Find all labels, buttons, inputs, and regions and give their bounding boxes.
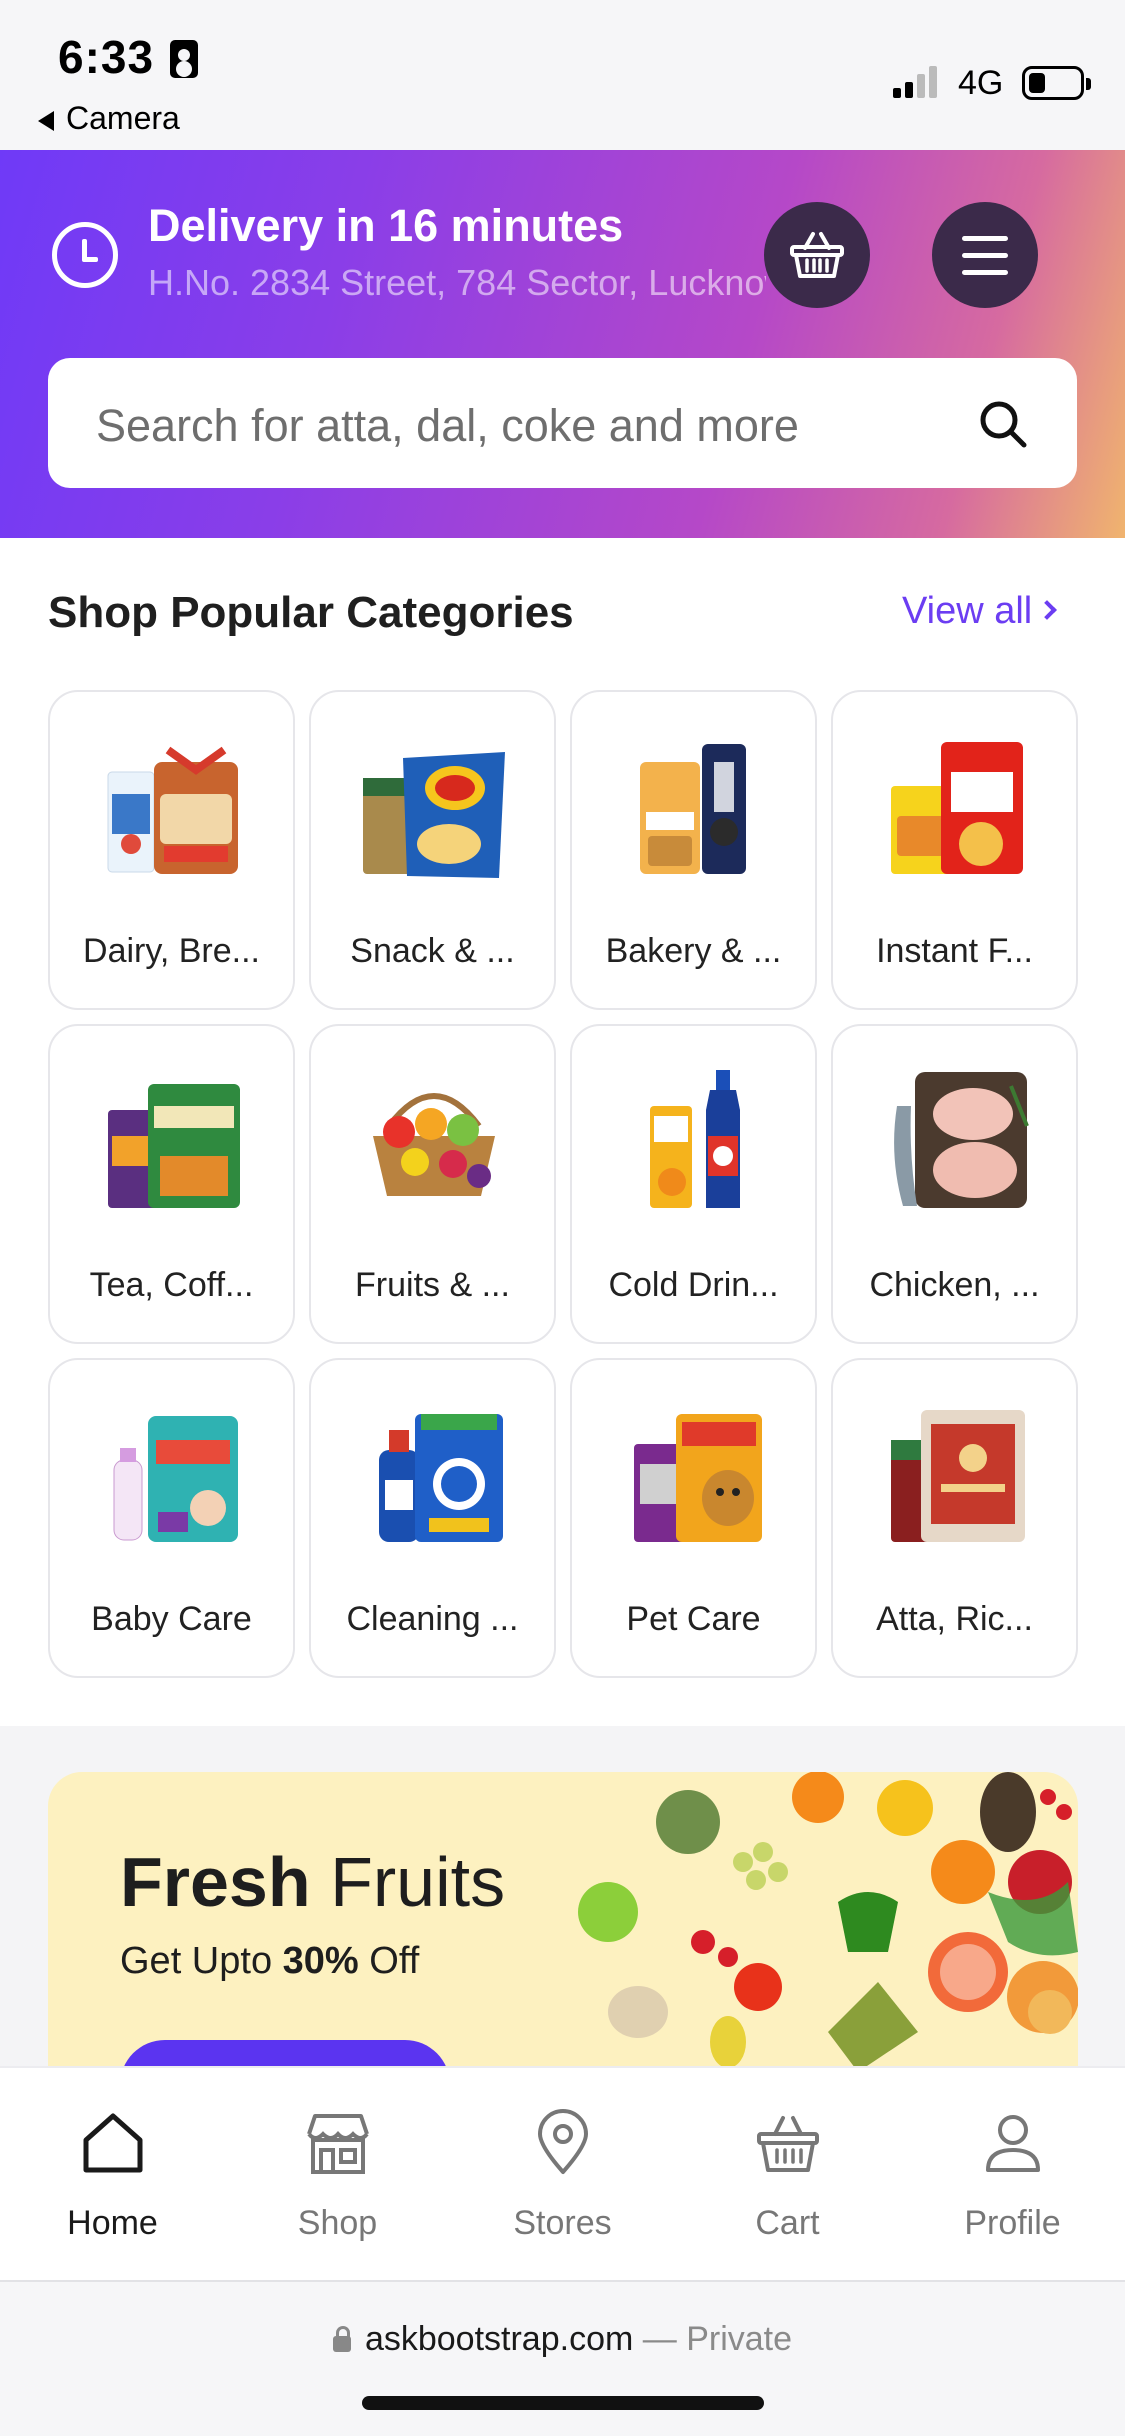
url-domain: askbootstrap.com	[364, 2320, 634, 2358]
snack-icon	[363, 752, 505, 878]
cold-drinks-icon	[650, 1070, 740, 1208]
category-label: Chicken, ...	[869, 1266, 1040, 1304]
nav-label: Home	[67, 2204, 158, 2242]
search-input[interactable]: Search for atta, dal, coke and more	[96, 400, 799, 452]
atta-rice-icon	[891, 1410, 1025, 1542]
category-label: Cleaning ...	[346, 1600, 519, 1638]
clock-icon	[52, 222, 118, 288]
search-box[interactable]: Search for atta, dal, coke and more	[48, 358, 1077, 488]
home-indicator[interactable]	[362, 2396, 764, 2410]
cart-basket-icon	[757, 2116, 819, 2172]
hamburger-menu-icon	[962, 236, 1008, 276]
fruits-icon	[373, 1093, 495, 1196]
category-card-fruits[interactable]: Fruits & ...	[309, 1024, 556, 1344]
nav-label: Profile	[964, 2204, 1061, 2242]
category-label: Instant F...	[876, 932, 1033, 970]
browser-address-bar[interactable]: askbootstrap.com — Private	[0, 2280, 1125, 2436]
banner-subtitle: Get Upto 30% Off	[120, 1940, 420, 1982]
basket-button[interactable]	[764, 202, 870, 308]
nav-label: Cart	[755, 2204, 820, 2242]
cleaning-icon	[379, 1414, 503, 1542]
category-card-baby-care[interactable]: Baby Care	[48, 1358, 295, 1678]
tea-coffee-icon	[108, 1084, 240, 1208]
lock-icon	[332, 2326, 351, 2352]
status-time: 6:33	[58, 31, 155, 83]
url-separator: —	[633, 2320, 687, 2358]
menu-button[interactable]	[932, 202, 1038, 308]
category-label: Bakery & ...	[605, 932, 782, 970]
category-label: Tea, Coff...	[89, 1266, 254, 1304]
chevron-right-icon	[1037, 600, 1058, 620]
category-card-dairy-bread[interactable]: Dairy, Bre...	[48, 690, 295, 1010]
banner-title: Fresh Fruits	[120, 1843, 506, 1921]
search-icon[interactable]	[977, 398, 1029, 450]
nav-cart[interactable]: Cart	[675, 2068, 900, 2282]
nav-label: Shop	[297, 2204, 378, 2242]
back-to-camera-link[interactable]: Camera	[38, 100, 180, 137]
category-label: Baby Care	[91, 1600, 252, 1638]
category-label: Cold Drin...	[608, 1266, 779, 1304]
instant-food-icon	[891, 742, 1023, 874]
baby-care-icon	[113, 1416, 238, 1542]
category-label: Pet Care	[626, 1600, 761, 1638]
location-pin-icon	[538, 2109, 588, 2174]
basket-icon	[790, 232, 844, 278]
view-all-label: View all	[902, 590, 1033, 632]
category-card-cold-drinks[interactable]: Cold Drin...	[570, 1024, 817, 1344]
battery-icon	[1022, 66, 1091, 100]
view-all-link[interactable]: View all	[902, 590, 1058, 633]
category-label: Atta, Ric...	[876, 1600, 1033, 1638]
pet-care-icon	[634, 1414, 762, 1542]
portrait-lock-icon	[170, 40, 198, 78]
category-label: Fruits & ...	[355, 1266, 510, 1304]
private-mode-label: Private	[686, 2320, 793, 2358]
bottom-navigation: Home Shop Stores Cart Profile	[0, 2066, 1125, 2280]
user-icon	[986, 2115, 1040, 2172]
fresh-fruits-banner[interactable]: Fresh Fruits Get Upto 30% Off	[48, 1772, 1078, 2072]
delivery-title[interactable]: Delivery in 16 minutes	[148, 200, 623, 252]
network-type: 4G	[958, 64, 1004, 102]
back-label: Camera	[66, 100, 180, 136]
category-card-cleaning[interactable]: Cleaning ...	[309, 1358, 556, 1678]
categories-title: Shop Popular Categories	[48, 588, 574, 637]
category-card-pet-care[interactable]: Pet Care	[570, 1358, 817, 1678]
delivery-address[interactable]: H.No. 2834 Street, 784 Sector, Lucknow	[148, 262, 766, 304]
bakery-icon	[640, 744, 746, 874]
header: Delivery in 16 minutes H.No. 2834 Street…	[0, 150, 1125, 538]
nav-stores[interactable]: Stores	[450, 2068, 675, 2282]
category-label: Dairy, Bre...	[83, 932, 260, 970]
category-card-atta-rice[interactable]: Atta, Ric...	[831, 1358, 1078, 1678]
status-bar: 6:33 Camera 4G	[0, 0, 1125, 150]
nav-profile[interactable]: Profile	[900, 2068, 1125, 2282]
back-arrow-icon	[38, 110, 54, 131]
category-label: Snack & ...	[350, 932, 515, 970]
category-card-instant-food[interactable]: Instant F...	[831, 690, 1078, 1010]
nav-shop[interactable]: Shop	[225, 2068, 450, 2282]
category-card-bakery[interactable]: Bakery & ...	[570, 690, 817, 1010]
fruits-vegetables-image	[578, 1772, 1078, 2072]
category-card-tea-coffee[interactable]: Tea, Coff...	[48, 1024, 295, 1344]
category-card-chicken[interactable]: Chicken, ...	[831, 1024, 1078, 1344]
chicken-icon	[894, 1072, 1029, 1208]
nav-home[interactable]: Home	[0, 2068, 225, 2282]
url-display[interactable]: askbootstrap.com — Private	[0, 2320, 1125, 2359]
shop-icon	[307, 2114, 369, 2174]
home-icon	[83, 2113, 143, 2173]
dairy-bread-icon	[107, 746, 238, 874]
category-card-snack[interactable]: Snack & ...	[309, 690, 556, 1010]
nav-label: Stores	[513, 2204, 612, 2242]
